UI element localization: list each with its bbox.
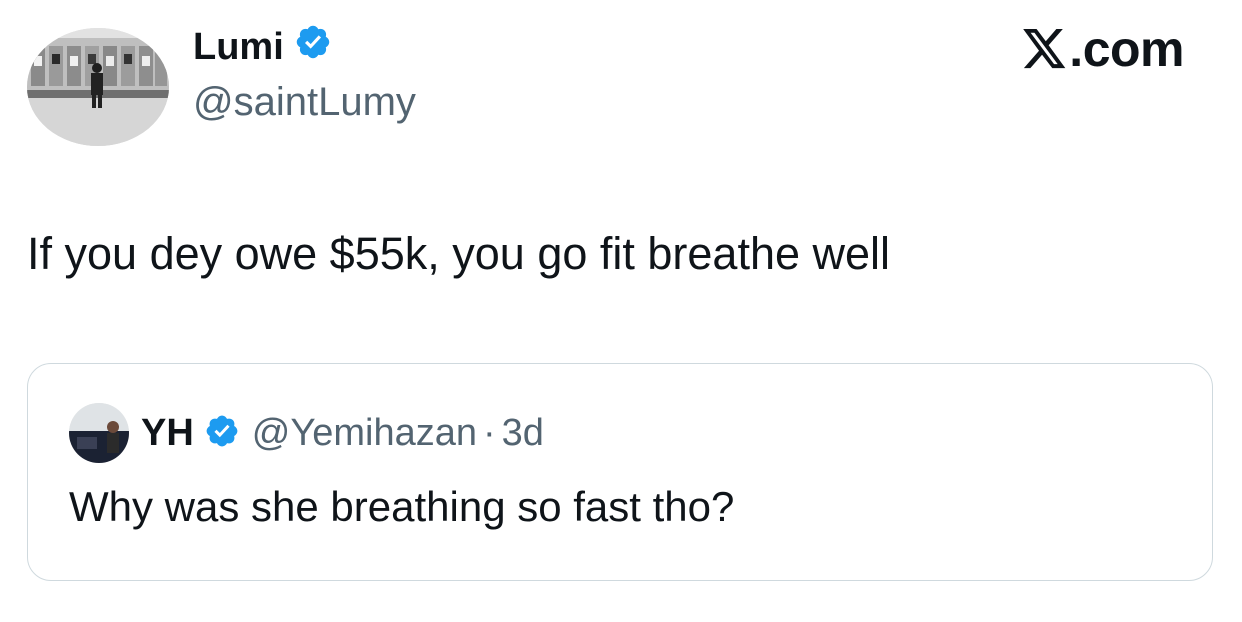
- tweet-text: If you dey owe $55k, you go fit breathe …: [27, 228, 891, 279]
- author-avatar[interactable]: [27, 28, 169, 146]
- quoted-tweet-time[interactable]: 3d: [502, 412, 544, 455]
- quoted-tweet-text: Why was she breathing so fast tho?: [69, 483, 735, 530]
- quoted-verified-badge-icon: [204, 413, 240, 454]
- quoted-author-name[interactable]: YH: [141, 412, 194, 455]
- quoted-author-handle[interactable]: @Yemihazan: [252, 412, 477, 455]
- author-handle[interactable]: @saintLumy: [193, 80, 416, 125]
- brand-label: .com: [1069, 21, 1184, 77]
- author-display-name[interactable]: Lumi: [193, 22, 332, 72]
- quoted-author-avatar[interactable]: [69, 403, 129, 463]
- quoted-tweet-card[interactable]: YH @Yemihazan · 3d Why was she breathing…: [27, 363, 1213, 581]
- meta-separator: ·: [483, 411, 496, 454]
- verified-badge-icon: [294, 23, 332, 71]
- brand-watermark: .com: [1023, 20, 1184, 81]
- quoted-tweet-header: YH @Yemihazan · 3d: [69, 402, 544, 464]
- x-logo-icon: [1023, 23, 1067, 81]
- author-name-text: Lumi: [193, 25, 284, 68]
